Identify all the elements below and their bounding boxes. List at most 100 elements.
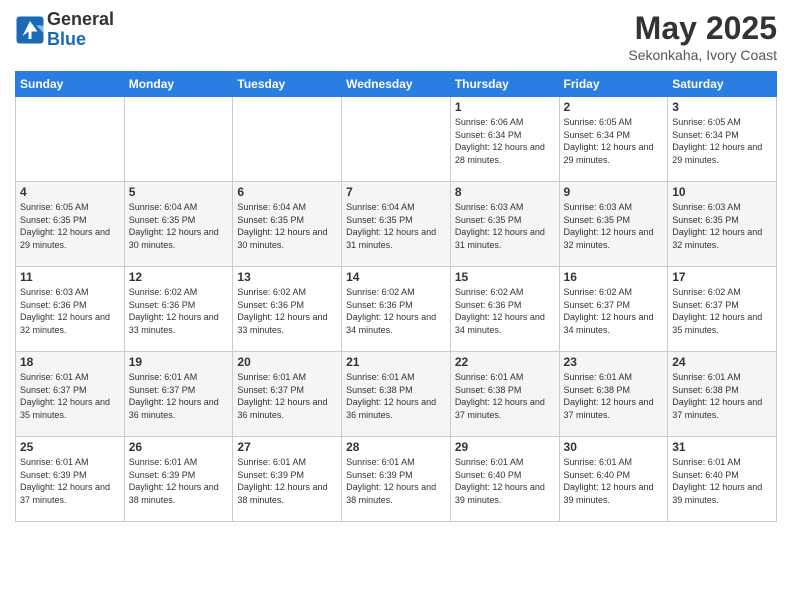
day-number: 6 (237, 185, 337, 199)
day-number: 19 (129, 355, 229, 369)
day-number: 2 (564, 100, 664, 114)
day-number: 29 (455, 440, 555, 454)
logo: General Blue (15, 10, 114, 50)
table-row: 9Sunrise: 6:03 AM Sunset: 6:35 PM Daylig… (559, 182, 668, 267)
day-info: Sunrise: 6:01 AM Sunset: 6:38 PM Dayligh… (455, 371, 555, 421)
table-row: 25 Sunrise: 6:01 AM Sunset: 6:39 PM Dayli… (16, 437, 125, 522)
day-number: 11 (20, 270, 120, 284)
day-number: 14 (346, 270, 446, 284)
table-row: 29 Sunrise: 6:01 AM Sunset: 6:40 PM Dayli… (450, 437, 559, 522)
table-row: 3Sunrise: 6:05 AM Sunset: 6:34 PM Daylig… (668, 97, 777, 182)
table-row: 19 Sunrise: 6:01 AM Sunset: 6:37 PM Dayli… (124, 352, 233, 437)
day-number: 8 (455, 185, 555, 199)
table-row: 28 Sunrise: 6:01 AM Sunset: 6:39 PM Dayli… (342, 437, 451, 522)
header-friday: Friday (559, 72, 668, 97)
day-number: 26 (129, 440, 229, 454)
header-wednesday: Wednesday (342, 72, 451, 97)
day-number: 1 (455, 100, 555, 114)
day-number: 28 (346, 440, 446, 454)
day-number: 30 (564, 440, 664, 454)
day-info: Sunrise: 6:01 AM Sunset: 6:39 PM Dayligh… (346, 456, 446, 506)
day-number: 20 (237, 355, 337, 369)
day-info: Sunrise: 6:01 AM Sunset: 6:39 PM Dayligh… (20, 456, 120, 506)
month-title: May 2025 (628, 10, 777, 47)
table-row: 13Sunrise: 6:02 AM Sunset: 6:36 PM Dayli… (233, 267, 342, 352)
table-row: 5 Sunrise: 6:04 AM Sunset: 6:35 PM Daylig… (124, 182, 233, 267)
day-info: Sunrise: 6:01 AM Sunset: 6:37 PM Dayligh… (129, 371, 229, 421)
day-info: Sunrise: 6:01 AM Sunset: 6:37 PM Dayligh… (20, 371, 120, 421)
table-row: 18Sunrise: 6:01 AM Sunset: 6:37 PM Dayli… (16, 352, 125, 437)
day-number: 15 (455, 270, 555, 284)
page: General Blue May 2025 Sekonkaha, Ivory C… (0, 0, 792, 612)
header: General Blue May 2025 Sekonkaha, Ivory C… (15, 10, 777, 63)
day-number: 27 (237, 440, 337, 454)
table-row: 1 Sunrise: 6:06 AM Sunset: 6:34 PM Daylig… (450, 97, 559, 182)
table-row: 16 Sunrise: 6:02 AM Sunset: 6:37 PM Dayli… (559, 267, 668, 352)
table-row: 4Sunrise: 6:05 AM Sunset: 6:35 PM Daylig… (16, 182, 125, 267)
day-number: 25 (20, 440, 120, 454)
day-info: Sunrise: 6:02 AM Sunset: 6:37 PM Dayligh… (564, 286, 664, 336)
calendar-header-row: Sunday Monday Tuesday Wednesday Thursday… (16, 72, 777, 97)
day-info: Sunrise: 6:04 AM Sunset: 6:35 PM Dayligh… (237, 201, 337, 251)
table-row: 30 Sunrise: 6:01 AM Sunset: 6:40 PM Dayli… (559, 437, 668, 522)
table-row: 10Sunrise: 6:03 AM Sunset: 6:35 PM Dayli… (668, 182, 777, 267)
header-saturday: Saturday (668, 72, 777, 97)
day-number: 21 (346, 355, 446, 369)
day-info: Sunrise: 6:04 AM Sunset: 6:35 PM Dayligh… (346, 201, 446, 251)
table-row: 12 Sunrise: 6:02 AM Sunset: 6:36 PM Dayli… (124, 267, 233, 352)
day-info: Sunrise: 6:01 AM Sunset: 6:37 PM Dayligh… (237, 371, 337, 421)
day-number: 12 (129, 270, 229, 284)
day-info: Sunrise: 6:05 AM Sunset: 6:35 PM Dayligh… (20, 201, 120, 251)
day-info: Sunrise: 6:01 AM Sunset: 6:40 PM Dayligh… (672, 456, 772, 506)
table-row: 2 Sunrise: 6:05 AM Sunset: 6:34 PM Daylig… (559, 97, 668, 182)
day-info: Sunrise: 6:01 AM Sunset: 6:39 PM Dayligh… (237, 456, 337, 506)
day-info: Sunrise: 6:06 AM Sunset: 6:34 PM Dayligh… (455, 116, 555, 166)
day-info: Sunrise: 6:02 AM Sunset: 6:37 PM Dayligh… (672, 286, 772, 336)
day-info: Sunrise: 6:03 AM Sunset: 6:35 PM Dayligh… (455, 201, 555, 251)
table-row (233, 97, 342, 182)
day-number: 16 (564, 270, 664, 284)
day-info: Sunrise: 6:03 AM Sunset: 6:35 PM Dayligh… (672, 201, 772, 251)
day-number: 22 (455, 355, 555, 369)
table-row: 31 Sunrise: 6:01 AM Sunset: 6:40 PM Dayli… (668, 437, 777, 522)
calendar-week-row: 18Sunrise: 6:01 AM Sunset: 6:37 PM Dayli… (16, 352, 777, 437)
day-info: Sunrise: 6:02 AM Sunset: 6:36 PM Dayligh… (455, 286, 555, 336)
day-info: Sunrise: 6:01 AM Sunset: 6:40 PM Dayligh… (455, 456, 555, 506)
logo-general: General (47, 10, 114, 30)
logo-blue: Blue (47, 30, 114, 50)
table-row: 21 Sunrise: 6:01 AM Sunset: 6:38 PM Dayli… (342, 352, 451, 437)
table-row: 8 Sunrise: 6:03 AM Sunset: 6:35 PM Daylig… (450, 182, 559, 267)
title-block: May 2025 Sekonkaha, Ivory Coast (628, 10, 777, 63)
table-row (342, 97, 451, 182)
day-number: 5 (129, 185, 229, 199)
location-subtitle: Sekonkaha, Ivory Coast (628, 47, 777, 63)
table-row: 22 Sunrise: 6:01 AM Sunset: 6:38 PM Dayli… (450, 352, 559, 437)
table-row: 7 Sunrise: 6:04 AM Sunset: 6:35 PM Daylig… (342, 182, 451, 267)
table-row: 15 Sunrise: 6:02 AM Sunset: 6:36 PM Dayli… (450, 267, 559, 352)
logo-icon (15, 15, 45, 45)
day-number: 9 (564, 185, 664, 199)
day-info: Sunrise: 6:01 AM Sunset: 6:39 PM Dayligh… (129, 456, 229, 506)
day-number: 31 (672, 440, 772, 454)
day-info: Sunrise: 6:04 AM Sunset: 6:35 PM Dayligh… (129, 201, 229, 251)
table-row: 11Sunrise: 6:03 AM Sunset: 6:36 PM Dayli… (16, 267, 125, 352)
calendar-week-row: 25 Sunrise: 6:01 AM Sunset: 6:39 PM Dayli… (16, 437, 777, 522)
day-info: Sunrise: 6:01 AM Sunset: 6:38 PM Dayligh… (564, 371, 664, 421)
day-info: Sunrise: 6:01 AM Sunset: 6:38 PM Dayligh… (672, 371, 772, 421)
day-info: Sunrise: 6:01 AM Sunset: 6:38 PM Dayligh… (346, 371, 446, 421)
header-sunday: Sunday (16, 72, 125, 97)
day-number: 17 (672, 270, 772, 284)
table-row: 24Sunrise: 6:01 AM Sunset: 6:38 PM Dayli… (668, 352, 777, 437)
day-info: Sunrise: 6:01 AM Sunset: 6:40 PM Dayligh… (564, 456, 664, 506)
day-number: 13 (237, 270, 337, 284)
day-number: 23 (564, 355, 664, 369)
day-info: Sunrise: 6:02 AM Sunset: 6:36 PM Dayligh… (129, 286, 229, 336)
table-row (16, 97, 125, 182)
table-row: 6 Sunrise: 6:04 AM Sunset: 6:35 PM Daylig… (233, 182, 342, 267)
table-row (124, 97, 233, 182)
day-number: 7 (346, 185, 446, 199)
day-info: Sunrise: 6:05 AM Sunset: 6:34 PM Dayligh… (564, 116, 664, 166)
calendar-week-row: 11Sunrise: 6:03 AM Sunset: 6:36 PM Dayli… (16, 267, 777, 352)
table-row: 17 Sunrise: 6:02 AM Sunset: 6:37 PM Dayli… (668, 267, 777, 352)
header-monday: Monday (124, 72, 233, 97)
